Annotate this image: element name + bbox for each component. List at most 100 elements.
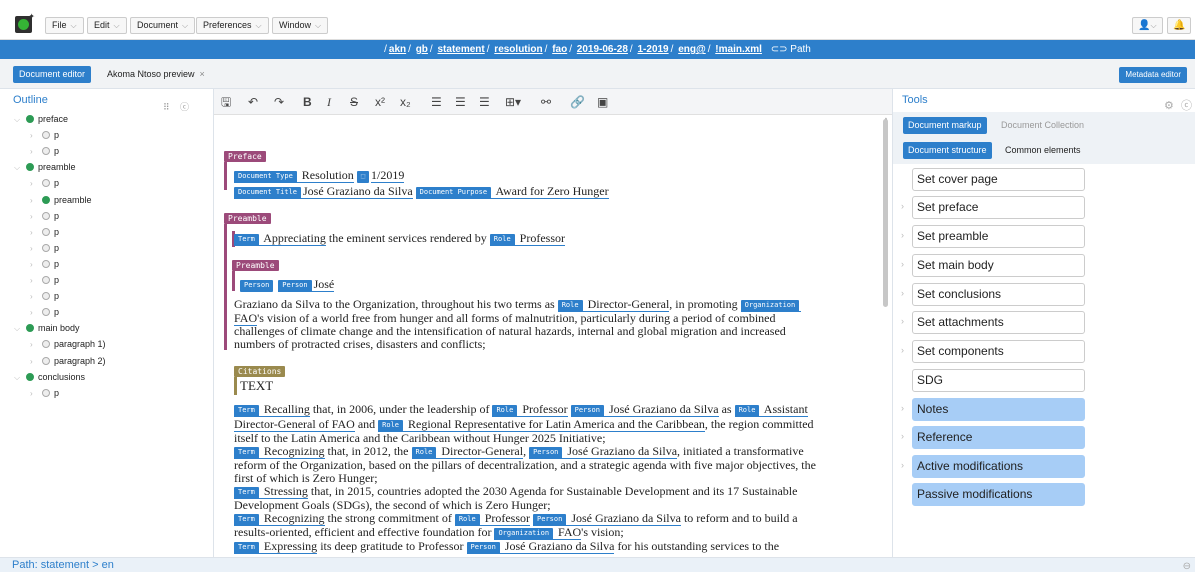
scrollbar-thumb[interactable] <box>883 119 888 307</box>
chevron-right-icon[interactable]: › <box>30 241 42 257</box>
doc-purpose[interactable]: Document Purpose Award for Zero Hunger <box>415 184 609 199</box>
chevron-right-icon[interactable]: › <box>30 128 42 144</box>
outline-node[interactable]: › paragraph 2) <box>30 353 106 369</box>
org-fao[interactable]: Organization FAO <box>494 525 582 540</box>
term-stressing[interactable]: Term Stressing <box>234 484 308 499</box>
path-segment[interactable]: 1-2019 <box>637 44 668 55</box>
outline-node[interactable]: ⌵ conclusions <box>14 369 85 385</box>
role-assistant[interactable]: Role Assistant <box>734 402 808 417</box>
menu-window[interactable]: Window ⌵ <box>272 17 329 34</box>
chevron-right-icon[interactable]: › <box>30 305 42 321</box>
doc-type[interactable]: Document Type Resolution <box>234 168 354 183</box>
tool-button[interactable]: Active modifications <box>912 455 1085 478</box>
table-icon[interactable]: ⊞▾ <box>505 94 521 110</box>
person-jose[interactable]: Person José <box>278 277 335 292</box>
citations-label[interactable]: Citations <box>234 366 286 377</box>
tab-common-elements[interactable]: Common elements <box>1000 142 1086 159</box>
tab-document-markup[interactable]: Document markup <box>903 117 987 134</box>
chevron-right-icon[interactable]: › <box>901 431 904 441</box>
doc-title[interactable]: Document Title José Graziano da Silva <box>234 184 413 199</box>
chevron-right-icon[interactable]: › <box>30 386 42 402</box>
tool-button[interactable]: Set conclusions <box>912 283 1085 306</box>
tab-akoma-ntoso-preview[interactable]: Akoma Ntoso preview × <box>101 66 211 83</box>
user-menu-button[interactable]: 👤⌵ <box>1132 17 1163 34</box>
role-assistant-cont[interactable]: Director-General of FAO <box>234 417 355 432</box>
org-tag-line1[interactable]: Organization <box>740 297 802 312</box>
outline-node[interactable]: › p <box>30 127 59 143</box>
chevron-right-icon[interactable]: › <box>30 225 42 241</box>
bold-icon[interactable]: B <box>303 94 312 110</box>
path-segment[interactable]: 2019-06-28 <box>577 44 628 55</box>
align-right-icon[interactable]: ☰ <box>479 94 490 110</box>
outline-node[interactable]: › p <box>30 288 59 304</box>
path-segment[interactable]: resolution <box>494 44 542 55</box>
chevron-right-icon[interactable]: › <box>901 201 904 211</box>
chevron-right-icon[interactable]: › <box>901 460 904 470</box>
tool-button[interactable]: Set cover page <box>912 168 1085 191</box>
outline-node[interactable]: › p <box>30 208 59 224</box>
outline-node[interactable]: › p <box>30 175 59 191</box>
document-content[interactable]: Preface Document Type Resolution ⬚ 1/2019… <box>214 115 882 557</box>
tool-button[interactable]: Set main body <box>912 254 1085 277</box>
chevron-right-icon[interactable]: › <box>901 230 904 240</box>
outline-node[interactable]: ⌵ preamble <box>14 159 76 175</box>
notifications-button[interactable]: 🔔 <box>1167 17 1192 34</box>
superscript-icon[interactable]: x² <box>375 94 385 110</box>
outline-node[interactable]: › paragraph 1) <box>30 336 106 352</box>
inner-preamble-label[interactable]: Preamble <box>232 260 279 271</box>
tool-button[interactable]: Set components <box>912 340 1085 363</box>
role-director-general[interactable]: Role Director-General <box>557 297 670 312</box>
subscript-icon[interactable]: x₂ <box>400 94 411 110</box>
menu-document[interactable]: Document ⌵ <box>130 17 196 34</box>
chevron-right-icon[interactable]: › <box>30 289 42 305</box>
tab-document-structure[interactable]: Document structure <box>903 142 992 159</box>
term-recognizing[interactable]: Term Recognizing <box>234 511 325 526</box>
link-icon[interactable]: 🔗 <box>570 94 585 110</box>
align-center-icon[interactable]: ☰ <box>455 94 466 110</box>
term-recalling[interactable]: Term Recalling <box>234 402 310 417</box>
outline-node[interactable]: ⌵ preface <box>14 111 68 127</box>
role-professor[interactable]: Role Professor <box>454 511 531 526</box>
chevron-right-icon[interactable]: › <box>30 337 42 353</box>
path-segment[interactable]: eng@ <box>678 44 706 55</box>
tool-button[interactable]: Set preface <box>912 196 1085 219</box>
chevron-down-icon[interactable]: ⌵ <box>14 112 26 128</box>
menu-file[interactable]: File ⌵ <box>45 17 84 34</box>
chevron-right-icon[interactable]: › <box>30 354 42 370</box>
path-segment[interactable]: statement <box>437 44 484 55</box>
preamble-label[interactable]: Preamble <box>224 213 271 224</box>
chevron-right-icon[interactable]: › <box>30 257 42 273</box>
term-recognizing[interactable]: Term Recognizing <box>234 444 325 459</box>
chevron-right-icon[interactable]: › <box>901 403 904 413</box>
outline-node[interactable]: › p <box>30 240 59 256</box>
term-appreciating[interactable]: Term Appreciating <box>234 231 326 246</box>
path-segment[interactable]: !main.xml <box>715 44 762 55</box>
term-expressing[interactable]: Term Expressing <box>234 539 318 554</box>
chevron-right-icon[interactable]: › <box>30 193 42 209</box>
close-icon[interactable]: × <box>200 69 205 79</box>
outline-node[interactable]: › p <box>30 272 59 288</box>
outline-node[interactable]: ⌵ main body <box>14 320 80 336</box>
menu-preferences[interactable]: Preferences ⌵ <box>196 17 269 34</box>
tool-button[interactable]: Reference <box>912 426 1085 449</box>
tool-button[interactable]: SDG <box>912 369 1085 392</box>
role-professor[interactable]: Role Professor <box>489 231 565 246</box>
tool-button[interactable]: Notes <box>912 398 1085 421</box>
path-segment[interactable]: gb <box>416 44 428 55</box>
tool-button[interactable]: Set attachments <box>912 311 1085 334</box>
person-jose-full[interactable]: Person José Graziano da Silva <box>533 511 681 526</box>
chevron-down-icon[interactable]: ⌵ <box>14 370 26 386</box>
undo-icon[interactable]: ↶ <box>248 94 258 110</box>
person-jose-full[interactable]: Person José Graziano da Silva <box>466 539 615 554</box>
tab-document-collection[interactable]: Document Collection <box>996 117 1089 134</box>
chevron-right-icon[interactable]: › <box>901 316 904 326</box>
person-jose-full[interactable]: Person José Graziano da Silva <box>570 402 719 417</box>
chevron-right-icon[interactable]: › <box>30 176 42 192</box>
role-professor[interactable]: Role Professor <box>492 402 568 417</box>
tree-icon[interactable]: ⠿ <box>163 96 170 119</box>
image-icon[interactable]: ▣ <box>597 94 608 110</box>
outline-node[interactable]: › p <box>30 385 59 401</box>
role-regional-rep[interactable]: Role Regional Representative for Latin A… <box>378 417 705 432</box>
chevron-right-icon[interactable]: › <box>30 273 42 289</box>
path-segment[interactable]: fao <box>552 44 567 55</box>
